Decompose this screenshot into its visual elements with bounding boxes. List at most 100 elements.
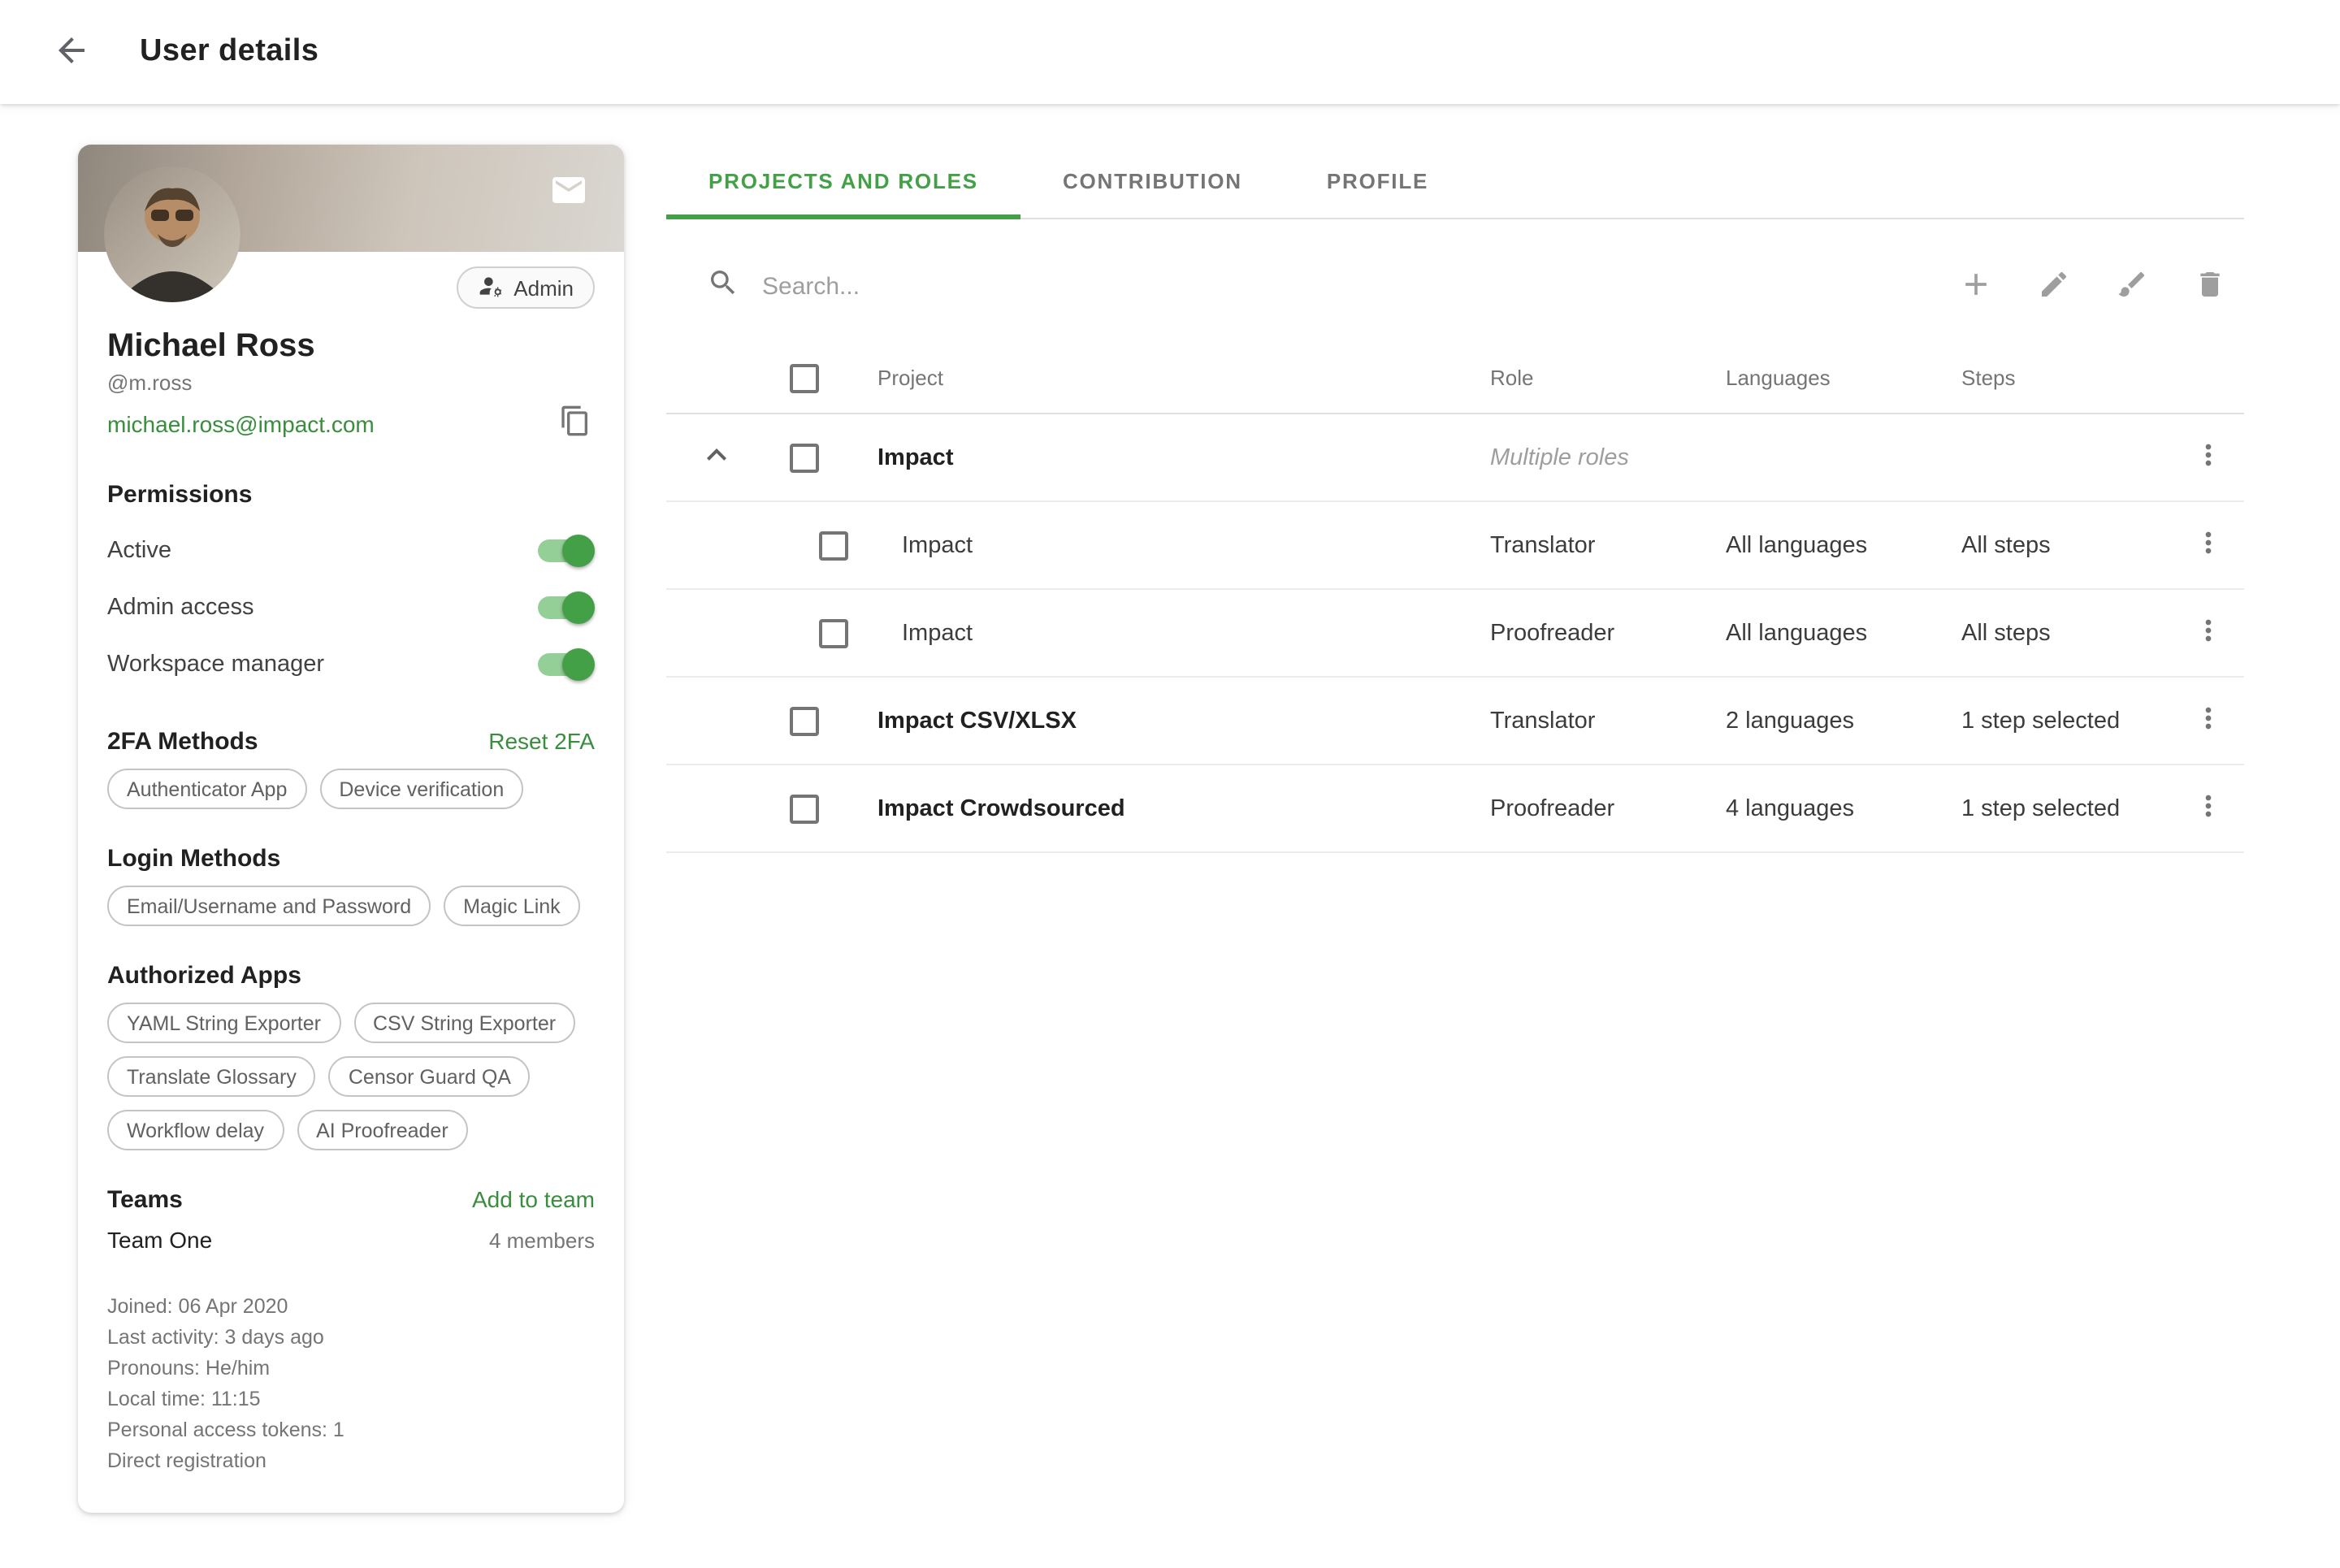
tab-contribution[interactable]: CONTRIBUTION	[1020, 145, 1285, 218]
toggle-label: Active	[107, 537, 171, 563]
row-menu-button[interactable]	[2182, 431, 2234, 483]
toggle-label: Workspace manager	[107, 651, 324, 677]
brush-icon	[2116, 267, 2148, 305]
add-button[interactable]	[1948, 258, 2004, 314]
team-name: Team One	[107, 1227, 212, 1253]
search-input[interactable]	[762, 272, 1948, 300]
meta-local-time: Local time: 11:15	[107, 1384, 595, 1415]
team-members-count: 4 members	[489, 1228, 595, 1252]
column-role: Role	[1490, 366, 1726, 390]
tabs: PROJECTS AND ROLES CONTRIBUTION PROFILE	[666, 145, 2244, 219]
collapse-row-button[interactable]	[691, 431, 743, 483]
app-chip: CSV String Exporter	[353, 1003, 575, 1043]
active-toggle[interactable]	[536, 534, 595, 566]
project-steps: All steps	[1961, 620, 2173, 646]
kebab-icon	[2192, 702, 2225, 739]
search-toolbar	[666, 239, 2244, 333]
select-all-checkbox[interactable]	[790, 363, 819, 392]
meta-pronouns: Pronouns: He/him	[107, 1354, 595, 1384]
user-profile-card: Admin Michael Ross @m.ross michael.ross@…	[78, 145, 624, 1513]
row-menu-button[interactable]	[2182, 695, 2234, 747]
profile-banner	[78, 145, 624, 252]
row-menu-button[interactable]	[2182, 607, 2234, 659]
table-row[interactable]: Impact CSV/XLSX Translator 2 languages 1…	[666, 678, 2244, 765]
user-meta: Joined: 06 Apr 2020 Last activity: 3 day…	[78, 1292, 624, 1477]
app-chip: Translate Glossary	[107, 1056, 316, 1097]
avatar	[104, 166, 240, 302]
project-name: Impact	[842, 620, 1490, 646]
row-checkbox[interactable]	[790, 794, 819, 823]
copy-email-button[interactable]	[556, 401, 595, 445]
project-role: Translator	[1490, 532, 1726, 558]
reset-2fa-link[interactable]: Reset 2FA	[488, 728, 595, 754]
project-name: Impact Crowdsourced	[842, 795, 1490, 821]
workspace-manager-toggle[interactable]	[536, 648, 595, 680]
clear-button[interactable]	[2104, 258, 2160, 314]
project-name: Impact CSV/XLSX	[842, 708, 1490, 734]
twofa-chip: Authenticator App	[107, 769, 306, 809]
table-actions	[1948, 258, 2244, 314]
kebab-icon	[2192, 614, 2225, 652]
send-email-button[interactable]	[546, 169, 592, 214]
project-languages: All languages	[1726, 620, 1961, 646]
meta-registration: Direct registration	[107, 1446, 595, 1477]
project-role: Proofreader	[1490, 795, 1726, 821]
table-row[interactable]: Impact Crowdsourced Proofreader 4 langua…	[666, 765, 2244, 853]
project-name: Impact	[842, 532, 1490, 558]
admin-badge-label: Admin	[514, 275, 574, 300]
authorized-apps-title: Authorized Apps	[107, 962, 301, 990]
project-steps: All steps	[1961, 532, 2173, 558]
project-languages: 4 languages	[1726, 795, 1961, 821]
table-row[interactable]: Impact Translator All languages All step…	[666, 502, 2244, 590]
twofa-title: 2FA Methods	[107, 728, 258, 756]
row-menu-button[interactable]	[2182, 519, 2234, 571]
user-name: Michael Ross	[107, 328, 595, 366]
top-bar: User details	[0, 0, 2340, 104]
project-languages: All languages	[1726, 532, 1961, 558]
user-email-link[interactable]: michael.ross@impact.com	[107, 410, 375, 436]
manage-accounts-icon	[478, 272, 504, 303]
main-panel: PROJECTS AND ROLES CONTRIBUTION PROFILE	[666, 145, 2244, 853]
app-chip: Workflow delay	[107, 1110, 284, 1150]
app-chip: Censor Guard QA	[329, 1056, 531, 1097]
app-chip: YAML String Exporter	[107, 1003, 340, 1043]
column-project: Project	[842, 366, 1490, 390]
tab-projects-and-roles[interactable]: PROJECTS AND ROLES	[666, 145, 1020, 218]
meta-joined: Joined: 06 Apr 2020	[107, 1292, 595, 1323]
edit-button[interactable]	[2026, 258, 2082, 314]
toggle-row-active: Active	[107, 522, 595, 578]
user-username: @m.ross	[107, 370, 595, 395]
teams-title: Teams	[107, 1186, 183, 1214]
project-role: Multiple roles	[1490, 444, 1726, 470]
back-button[interactable]	[42, 23, 101, 81]
kebab-icon	[2192, 439, 2225, 476]
team-row[interactable]: Team One 4 members	[107, 1227, 595, 1253]
column-languages: Languages	[1726, 366, 1961, 390]
tab-profile[interactable]: PROFILE	[1285, 145, 1471, 218]
pencil-icon	[2038, 267, 2070, 305]
mail-icon	[549, 170, 588, 214]
delete-button[interactable]	[2182, 258, 2238, 314]
row-checkbox[interactable]	[790, 443, 819, 472]
kebab-icon	[2192, 526, 2225, 564]
kebab-icon	[2192, 790, 2225, 827]
toggle-label: Admin access	[107, 594, 254, 620]
user-details-page: User details	[0, 0, 2340, 1568]
table-row[interactable]: Impact Proofreader All languages All ste…	[666, 590, 2244, 678]
project-languages: 2 languages	[1726, 708, 1961, 734]
toggle-row-admin-access: Admin access	[107, 578, 595, 635]
twofa-chip: Device verification	[319, 769, 523, 809]
admin-access-toggle[interactable]	[536, 591, 595, 623]
add-to-team-link[interactable]: Add to team	[472, 1186, 595, 1212]
project-role: Translator	[1490, 708, 1726, 734]
plus-icon	[1958, 266, 1994, 306]
login-methods-title: Login Methods	[107, 845, 280, 873]
login-method-chip: Email/Username and Password	[107, 886, 431, 926]
row-menu-button[interactable]	[2182, 782, 2234, 834]
chevron-up-icon	[697, 435, 736, 479]
project-name: Impact	[842, 444, 1490, 470]
project-steps: 1 step selected	[1961, 795, 2173, 821]
row-checkbox[interactable]	[790, 706, 819, 735]
admin-role-badge: Admin	[457, 266, 595, 309]
table-row[interactable]: Impact Multiple roles	[666, 414, 2244, 502]
